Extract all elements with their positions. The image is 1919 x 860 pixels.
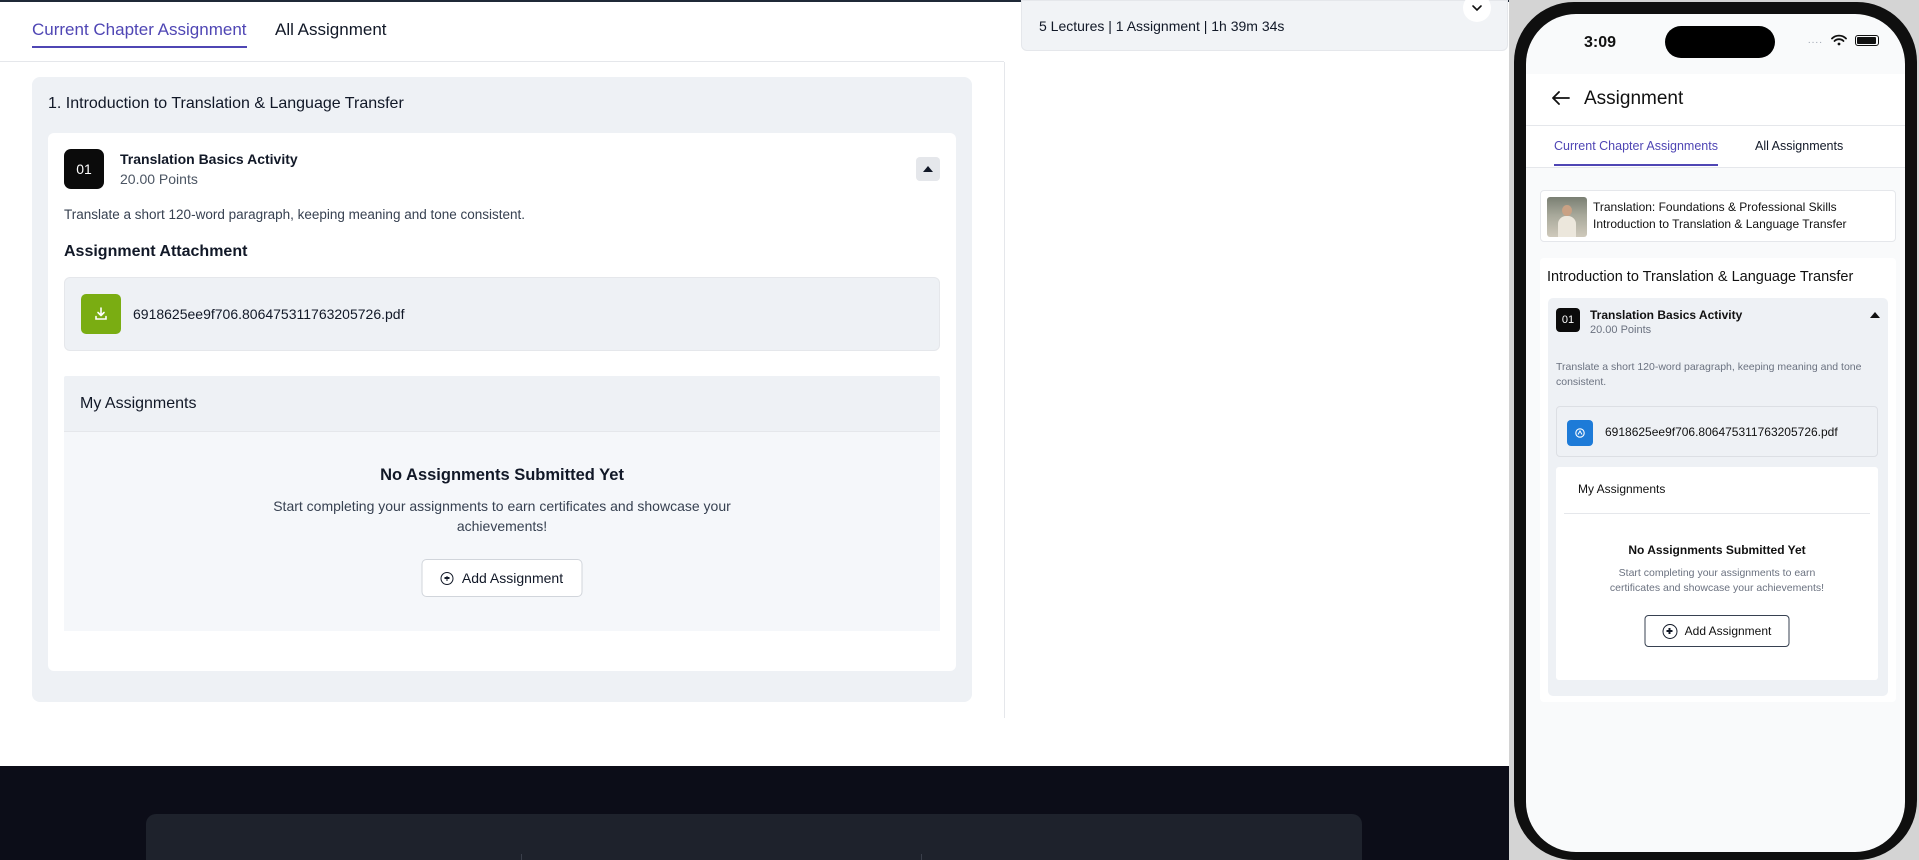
chapter-section: 1. Introduction to Translation & Languag… [32,77,972,702]
tab-all-assignment[interactable]: All Assignment [275,20,387,46]
footer-divider [521,854,522,860]
attachment-heading: Assignment Attachment [64,243,248,260]
phone-empty-state-description: Start completing your assignments to ear… [1609,567,1825,594]
status-icons: .... [1808,34,1879,46]
chevron-up-icon[interactable] [1870,312,1880,318]
desktop-view: Current Chapter Assignment All Assignmen… [0,0,1509,860]
status-time: 3:09 [1584,34,1617,51]
assignment-title: Translation Basics Activity [120,151,298,167]
my-assignments-header: My Assignments [64,376,940,432]
footer-divider [921,854,922,860]
assignment-tabs: Current Chapter Assignment All Assignmen… [0,2,1004,62]
tab-current-chapter-assignment[interactable]: Current Chapter Assignment [32,20,247,48]
phone-my-assignments: My Assignments No Assignments Submitted … [1556,467,1878,680]
footer-panel [146,814,1362,860]
phone-assignment-title: Translation Basics Activity [1590,308,1743,322]
phone-screen: 3:09 .... Assignment Current Chapter Ass… [1526,14,1905,852]
assignment-card: 01 Translation Basics Activity 20.00 Poi… [48,133,956,671]
divider [1564,513,1870,514]
tab-current-chapter-assignments[interactable]: Current Chapter Assignments [1554,139,1718,166]
plus-circle-icon [1662,623,1678,639]
collapse-button[interactable] [916,157,940,181]
assignment-description: Translate a short 120-word paragraph, ke… [64,207,526,222]
phone-assignment-number-badge: 01 [1556,308,1580,332]
attachment-download[interactable]: 6918625ee9f706.806475311763205726.pdf [64,277,940,351]
download-icon[interactable] [81,294,121,334]
plus-circle-icon [440,571,454,585]
course-summary-card: 5 Lectures | 1 Assignment | 1h 39m 34s [1021,0,1508,51]
battery-icon [1855,34,1879,46]
phone-chapter-section: Introduction to Translation & Language T… [1540,258,1896,702]
phone-assignment-card: 01 Translation Basics Activity 20.00 Poi… [1548,298,1888,696]
expand-button[interactable] [1463,0,1491,22]
phone-assignment-points: 20.00 Points [1590,324,1652,336]
course-name: Translation: Foundations & Professional … [1593,200,1837,214]
add-assignment-button[interactable]: Add Assignment [421,559,583,597]
footer [0,766,1509,860]
phone-empty-state-title: No Assignments Submitted Yet [1628,543,1806,557]
assignment-number-badge: 01 [64,149,104,189]
phone-add-assignment-label: Add Assignment [1684,624,1772,638]
add-assignment-label: Add Assignment [461,570,564,586]
signal-icon: .... [1807,34,1823,46]
phone-assignment-description: Translate a short 120-word paragraph, ke… [1556,361,1862,388]
course-card[interactable]: Translation: Foundations & Professional … [1540,190,1896,242]
phone-my-assignments-heading: My Assignments [1578,482,1666,496]
course-summary-text: 5 Lectures | 1 Assignment | 1h 39m 34s [1039,18,1285,34]
my-assignments-heading: My Assignments [80,395,197,412]
pdf-icon [1567,420,1593,446]
column-divider [1004,62,1005,718]
app-header: Assignment [1526,74,1905,126]
wifi-icon [1831,34,1847,46]
chevron-up-icon [923,166,933,172]
tab-all-assignments[interactable]: All Assignments [1755,139,1843,153]
dynamic-island [1665,26,1775,58]
course-thumbnail [1547,197,1587,237]
attachment-filename: 6918625ee9f706.806475311763205726.pdf [133,306,405,322]
my-assignments-empty-state: No Assignments Submitted Yet Start compl… [64,432,940,631]
phone-chapter-title: Introduction to Translation & Language T… [1547,269,1854,285]
assignment-points: 20.00 Points [120,171,198,187]
phone-add-assignment-button[interactable]: Add Assignment [1644,615,1790,647]
chevron-down-icon [1472,5,1482,12]
empty-state-description: Start completing your assignments to ear… [273,498,731,534]
phone-attachment-filename: 6918625ee9f706.806475311763205726.pdf [1605,425,1838,439]
course-chapter: Introduction to Translation & Language T… [1593,217,1847,231]
phone-attachment[interactable]: 6918625ee9f706.806475311763205726.pdf [1556,406,1878,457]
phone-assignment-tabs: Current Chapter Assignments All Assignme… [1526,126,1905,168]
back-arrow-icon[interactable] [1552,91,1570,107]
empty-state-title: No Assignments Submitted Yet [380,466,624,484]
chapter-title: 1. Introduction to Translation & Languag… [48,95,404,112]
app-title: Assignment [1584,88,1684,109]
